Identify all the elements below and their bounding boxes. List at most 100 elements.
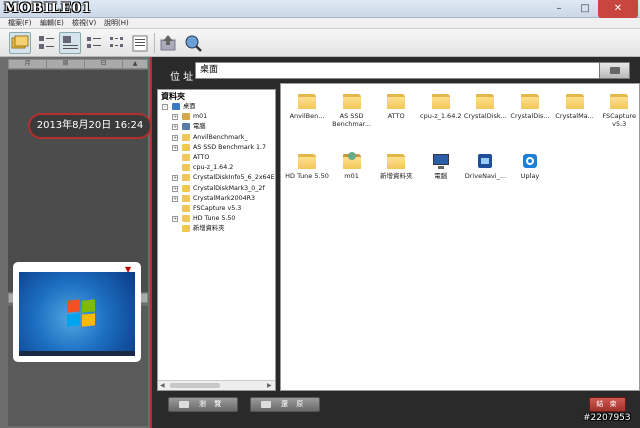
up-folder-button[interactable] — [157, 32, 179, 54]
report-view-button[interactable] — [129, 32, 151, 54]
calendar-top-bar: 月 周 日 ▲ — [8, 59, 148, 69]
scroll-left-icon[interactable]: ◀ — [160, 382, 165, 389]
folder-icon — [298, 92, 316, 110]
file-item-label: CrystalDisk... — [463, 112, 507, 120]
preview-taskbar — [19, 351, 135, 356]
address-go-button[interactable] — [599, 62, 630, 79]
tree-item[interactable]: + CrystalDiskMark3_0_2f — [158, 184, 275, 194]
file-item[interactable]: 電腦 — [419, 150, 463, 206]
tree-item[interactable]: + AS SSD Benchmark 1.7 — [158, 143, 275, 153]
file-item[interactable]: ATTO — [374, 90, 418, 146]
date-time-badge: 2013年8月20日 16:24 — [28, 113, 152, 139]
tree-item[interactable]: 新增資料夾 — [158, 224, 275, 234]
computer-icon — [432, 152, 450, 170]
file-item[interactable]: m01 — [330, 150, 374, 206]
day-tab-top[interactable]: 日 — [85, 60, 123, 68]
expand-icon[interactable]: + — [172, 114, 178, 121]
folder-icon — [182, 133, 190, 141]
scroll-thumb[interactable] — [170, 383, 220, 388]
tiles-icon — [110, 37, 123, 47]
small-icons-button[interactable] — [83, 32, 105, 54]
file-item-label: cpu-z_1.64.2 — [420, 112, 462, 120]
menu-bar: 檔案(F) 編輯(E) 檢視(V) 說明(H) — [0, 18, 640, 29]
list-view-icon — [39, 36, 54, 49]
tree-item[interactable]: - 桌面 — [158, 102, 275, 112]
file-item-label: 新增資料夾 — [379, 172, 413, 180]
scroll-up-icon[interactable]: ▲ — [123, 60, 147, 68]
tree-item[interactable]: + AnvilBenchmark_ — [158, 133, 275, 143]
tree-item[interactable]: + HD Tune 5.50 — [158, 214, 275, 224]
expand-icon[interactable]: + — [172, 124, 178, 131]
preview-thumbnail[interactable]: ▼ — [13, 262, 141, 362]
tiles-view-button[interactable] — [106, 32, 128, 54]
file-item-label: FSCapture v5.3 — [602, 112, 636, 128]
menu-file[interactable]: 檔案(F) — [8, 18, 32, 29]
tree-item-label: CrystalDiskInfo5_6_2x64E — [193, 174, 275, 182]
file-item[interactable]: cpu-z_1.64.2 — [419, 90, 463, 146]
tree-item[interactable]: + CrystalMark2004R3 — [158, 194, 275, 204]
details-view-button[interactable] — [59, 32, 81, 54]
folder-icon — [476, 92, 495, 110]
file-item[interactable]: HD Tune 5.50 — [285, 150, 329, 206]
expand-icon[interactable]: + — [172, 195, 178, 202]
file-item[interactable]: AnvilBen... — [285, 90, 329, 146]
tree-item-label: CrystalDiskMark3_0_2f — [193, 184, 265, 192]
collapse-icon[interactable]: - — [162, 104, 168, 110]
folder-icon — [387, 152, 406, 170]
file-item[interactable]: CrystalDisk... — [463, 90, 507, 146]
file-item[interactable]: AS SSD Benchmar... — [330, 90, 374, 146]
search-button[interactable] — [182, 32, 204, 54]
tree-item[interactable]: + m01 — [158, 112, 275, 122]
file-item[interactable]: CrystalMa... — [553, 90, 597, 146]
tree-item[interactable]: + 電腦 — [158, 122, 275, 132]
address-label: 位 址 — [170, 72, 194, 83]
folder-icon — [182, 205, 190, 212]
file-item[interactable]: 新增資料夾 — [374, 150, 418, 206]
main-panel: 位 址 桌面 資料夾 - 桌面 + m01 + 電腦 + AnvilBenchmark_ + AS… — [150, 57, 640, 428]
maximize-button[interactable]: □ — [572, 0, 598, 18]
file-item[interactable]: CrystalDis... — [508, 90, 552, 146]
tree-horizontal-scrollbar[interactable]: ◀ ▶ — [158, 380, 275, 390]
folders-icon — [11, 35, 29, 49]
month-tab-top[interactable]: 月 — [9, 60, 47, 68]
minimize-button[interactable]: – — [546, 0, 572, 18]
file-item-label: m01 — [344, 172, 359, 180]
folders-view-button[interactable] — [9, 32, 31, 54]
list-view-button[interactable] — [35, 32, 57, 54]
expand-icon[interactable]: + — [172, 185, 178, 192]
folder-icon — [342, 92, 361, 110]
tree-item[interactable]: FSCapture v5.3 — [158, 204, 275, 214]
expand-icon[interactable]: + — [172, 134, 178, 141]
restore-button[interactable]: 還 原 — [250, 397, 320, 412]
file-item[interactable]: Uplay — [508, 150, 552, 206]
menu-view[interactable]: 檢視(V) — [72, 18, 96, 29]
browse-button[interactable]: 瀏 覽 — [168, 397, 238, 412]
tree-item[interactable]: cpu-z_1.64.2 — [158, 163, 275, 173]
file-item-label: HD Tune 5.50 — [285, 172, 329, 180]
folder-icon — [521, 92, 539, 110]
file-list: AnvilBen... AS SSD Benchmar... ATTO cpu-z_1… — [280, 83, 640, 391]
expand-icon[interactable]: + — [172, 144, 178, 151]
address-input[interactable]: 桌面 — [195, 62, 600, 79]
file-item-label: AS SSD Benchmar... — [332, 112, 372, 128]
menu-edit[interactable]: 編輯(E) — [40, 18, 64, 29]
file-item[interactable]: FSCapture v5.3 — [597, 90, 640, 146]
scroll-right-icon[interactable]: ▶ — [267, 382, 272, 389]
tree-item[interactable]: ATTO — [158, 153, 275, 163]
details-view-icon — [63, 36, 78, 49]
app-logo: MOBILE01 — [4, 1, 92, 16]
file-item[interactable]: DriveNavi_... — [463, 150, 507, 206]
folder-icon — [182, 194, 190, 202]
folder-icon — [565, 92, 584, 110]
week-tab-top[interactable]: 周 — [47, 60, 85, 68]
file-item-label: Uplay — [520, 172, 540, 180]
file-item-label: AnvilBen... — [289, 112, 325, 120]
expand-icon[interactable]: + — [172, 175, 178, 182]
tree-item[interactable]: + CrystalDiskInfo5_6_2x64E — [158, 173, 275, 183]
computer-icon — [182, 123, 190, 131]
folder-icon — [182, 184, 190, 192]
expand-icon[interactable]: + — [172, 216, 178, 223]
close-window-button[interactable]: ✕ — [598, 0, 638, 18]
exit-button[interactable]: 結 束 — [589, 397, 626, 412]
menu-help[interactable]: 說明(H) — [104, 18, 129, 29]
